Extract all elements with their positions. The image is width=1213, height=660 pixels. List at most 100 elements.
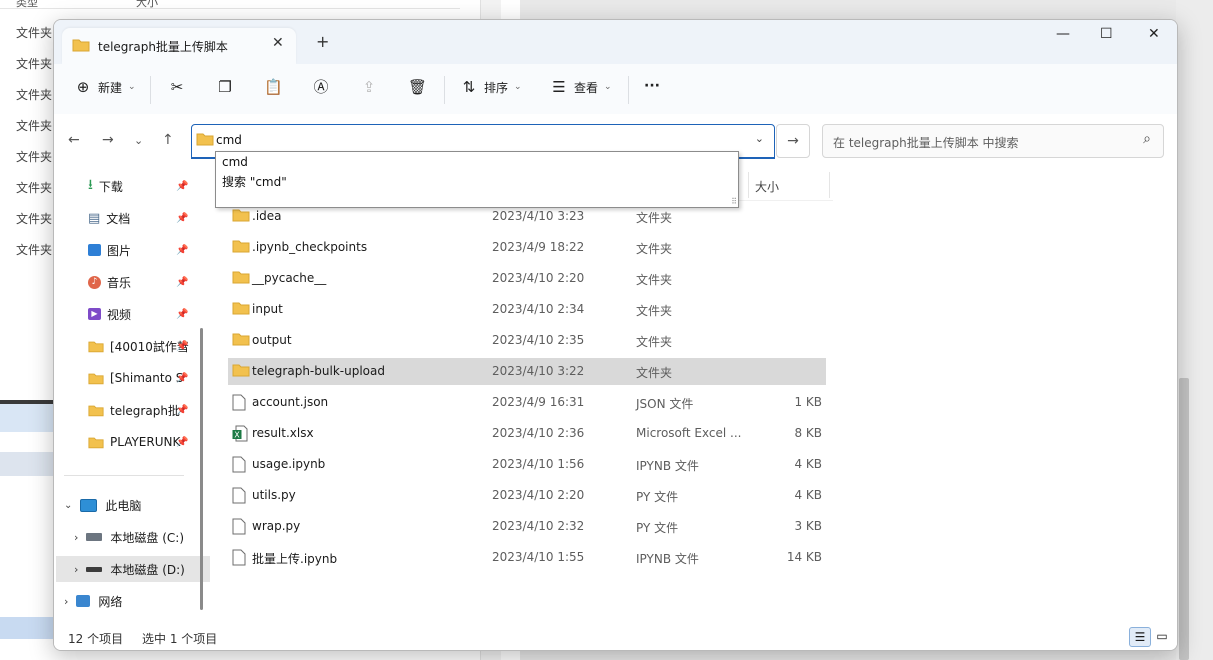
file-explorer-window: telegraph批量上传脚本 ✕ + — ☐ ✕ ⊕ 新建 ⌄ ✂ ❐ 📋 Ⓐ… <box>53 19 1178 651</box>
rename-button[interactable]: Ⓐ <box>312 78 330 96</box>
sidebar-item-downloads[interactable]: ⭳ 下载 📌 <box>88 174 188 198</box>
view-button[interactable]: ☰ 查看 ⌄ <box>550 78 611 96</box>
delete-button[interactable]: 🗑 <box>408 78 427 96</box>
sidebar-item-folder[interactable]: [40010試作彗 📌 <box>88 334 189 358</box>
file-name: telegraph-bulk-upload <box>252 364 385 378</box>
column-size-header[interactable]: 大小 <box>755 178 779 195</box>
file-row[interactable]: utils.py 2023/4/10 2:20 PY 文件 4 KB <box>228 482 826 509</box>
more-options-button[interactable]: ··· <box>644 78 660 94</box>
folder-icon <box>196 132 214 146</box>
new-button[interactable]: ⊕ 新建 ⌄ <box>74 78 136 96</box>
background-selection <box>0 617 55 639</box>
selection-count: 选中 1 个项目 <box>142 632 218 646</box>
status-bar: 12 个项目 选中 1 个项目 ☰ ▭ <box>54 622 1177 650</box>
file-name: result.xlsx <box>252 426 314 440</box>
file-type: JSON 文件 <box>636 397 694 411</box>
folder-row[interactable]: telegraph-bulk-upload 2023/4/10 3:22 文件夹 <box>228 358 826 385</box>
background-size-header: 大小 <box>136 0 158 9</box>
file-name: utils.py <box>252 488 296 502</box>
file-size: 4 KB <box>794 457 822 471</box>
sidebar-item-label: 下载 <box>98 179 123 194</box>
column-divider[interactable] <box>829 172 830 198</box>
file-type: 文件夹 <box>636 335 673 349</box>
pin-icon: 📌 <box>176 436 189 448</box>
maximize-button[interactable]: ☐ <box>1100 26 1113 42</box>
folder-row[interactable]: .ipynb_checkpoints 2023/4/9 18:22 文件夹 <box>228 234 826 261</box>
chevron-right-icon[interactable]: › <box>74 531 78 544</box>
search-placeholder[interactable]: 在 telegraph批量上传脚本 中搜索 <box>833 134 1019 151</box>
sidebar-item-label: 本地磁盘 (C:) <box>110 530 185 545</box>
minimize-button[interactable]: — <box>1056 26 1070 42</box>
sidebar-scrollbar[interactable] <box>200 328 203 610</box>
sidebar-item-folder[interactable]: PLAYERUNK 📌 <box>88 430 188 454</box>
sort-button[interactable]: ⇅ 排序 ⌄ <box>460 78 522 96</box>
folder-row[interactable]: input 2023/4/10 2:34 文件夹 <box>228 296 826 323</box>
sidebar-item-drive-d[interactable]: › 本地磁盘 (D:) <box>56 556 210 582</box>
file-date: 2023/4/10 1:56 <box>492 457 585 471</box>
file-type: 文件夹 <box>636 273 673 287</box>
file-date: 2023/4/10 2:20 <box>492 488 585 502</box>
autocomplete-item[interactable]: cmd <box>222 155 248 169</box>
sidebar-item-documents[interactable]: ▤ 文档 📌 <box>88 206 188 230</box>
resize-grip-icon[interactable]: ⠿ <box>731 197 737 206</box>
new-tab-button[interactable]: + <box>316 32 329 51</box>
forward-arrow-icon[interactable]: → <box>102 132 114 148</box>
folder-row[interactable]: __pycache__ 2023/4/10 2:20 文件夹 <box>228 265 826 292</box>
folder-row[interactable]: output 2023/4/10 2:35 文件夹 <box>228 327 826 354</box>
sidebar-item-label: telegraph批 <box>110 403 180 418</box>
chevron-right-icon[interactable]: › <box>74 563 78 576</box>
sidebar-item-folder[interactable]: telegraph批 📌 <box>88 398 188 422</box>
background-row: 文件夹 <box>16 119 53 133</box>
up-arrow-icon[interactable]: ↑ <box>162 132 174 148</box>
file-size: 14 KB <box>786 550 822 564</box>
chevron-down-icon[interactable]: ⌄ <box>755 132 764 145</box>
back-arrow-icon[interactable]: ← <box>68 132 80 148</box>
sidebar-item-music[interactable]: ♪ 音乐 📌 <box>88 270 188 294</box>
large-icons-view-icon[interactable]: ▭ <box>1152 627 1172 645</box>
autocomplete-item[interactable]: 搜索 "cmd" <box>222 173 287 190</box>
pin-icon: 📌 <box>176 340 189 352</box>
sidebar-item-label: 网络 <box>98 594 123 609</box>
sidebar-item-pictures[interactable]: 图片 📌 <box>88 238 188 262</box>
file-row[interactable]: wrap.py 2023/4/10 2:32 PY 文件 3 KB <box>228 513 826 540</box>
copy-button[interactable]: ❐ <box>216 78 234 96</box>
chevron-right-icon[interactable]: › <box>64 595 68 608</box>
sidebar-item-videos[interactable]: ▶ 视频 📌 <box>88 302 188 326</box>
search-box[interactable]: 在 telegraph批量上传脚本 中搜索 ⌕ <box>822 124 1164 158</box>
background-type-header: 类型 <box>16 0 38 9</box>
chevron-down-icon[interactable]: ⌄ <box>64 500 72 511</box>
file-row[interactable]: 批量上传.ipynb 2023/4/10 1:55 IPYNB 文件 14 KB <box>228 544 826 571</box>
file-date: 2023/4/9 18:22 <box>492 240 585 254</box>
column-divider[interactable] <box>748 172 749 198</box>
search-icon: ⌕ <box>1143 131 1151 147</box>
folder-icon <box>88 437 104 448</box>
sidebar-item-network[interactable]: › 网络 <box>64 588 122 614</box>
folder-icon <box>232 208 250 225</box>
paste-button[interactable]: 📋 <box>264 78 283 96</box>
tab-current-folder[interactable]: telegraph批量上传脚本 ✕ <box>62 28 296 64</box>
file-row[interactable]: Xresult.xlsx 2023/4/10 2:36 Microsoft Exce… <box>228 420 826 447</box>
file-type: PY 文件 <box>636 490 679 504</box>
download-icon: ⭳ <box>88 177 93 193</box>
address-input[interactable]: cmd <box>216 133 242 147</box>
close-window-button[interactable]: ✕ <box>1148 26 1160 42</box>
folder-icon <box>232 363 250 380</box>
sidebar-item-drive-c[interactable]: › 本地磁盘 (C:) <box>74 524 184 550</box>
file-type: PY 文件 <box>636 521 679 535</box>
file-name: usage.ipynb <box>252 457 326 471</box>
go-arrow-button[interactable]: → <box>776 124 810 158</box>
tab-close-icon[interactable]: ✕ <box>272 35 284 51</box>
file-row[interactable]: usage.ipynb 2023/4/10 1:56 IPYNB 文件 4 KB <box>228 451 826 478</box>
file-row[interactable]: account.json 2023/4/9 16:31 JSON 文件 1 KB <box>228 389 826 416</box>
share-button[interactable]: ⇪ <box>360 78 378 96</box>
recent-locations-icon[interactable]: ⌄ <box>134 134 143 147</box>
sidebar-item-this-pc[interactable]: ⌄ 此电脑 <box>64 492 141 518</box>
folder-icon <box>232 270 250 287</box>
sidebar-item-folder[interactable]: [Shimanto S 📌 <box>88 366 188 390</box>
cut-button[interactable]: ✂ <box>168 78 186 96</box>
rename-icon: Ⓐ <box>313 78 329 96</box>
details-view-icon[interactable]: ☰ <box>1129 627 1151 647</box>
address-autocomplete-dropdown: cmd 搜索 "cmd" ⠿ <box>215 151 739 208</box>
file-icon <box>232 487 246 507</box>
video-icon: ▶ <box>88 308 101 320</box>
